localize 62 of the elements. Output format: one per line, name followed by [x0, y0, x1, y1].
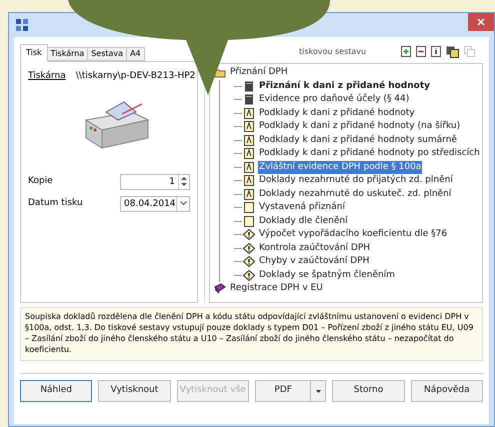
- pdf-split-button[interactable]: PDF: [254, 380, 326, 402]
- copies-label: Kopie: [28, 174, 53, 188]
- remove-page-icon[interactable]: [416, 46, 426, 57]
- tab[interactable]: Tiskárna: [48, 47, 88, 61]
- tree-item[interactable]: Doklady nezahrnuté do uskuteč. zd. plnění: [258, 188, 452, 201]
- report-page-icon: [243, 148, 255, 160]
- report-page-icon: [243, 175, 255, 186]
- printer-label: Tiskárna: [28, 70, 66, 83]
- dialog-button[interactable]: Vytisknout: [98, 380, 171, 402]
- report-page-icon: [243, 134, 255, 146]
- print-date-label: Datum tisku: [28, 196, 83, 210]
- report-description: Soupiska dokladů rozdělena dle členění DPH a kódu státu odpovídající zvláštnímu ustanovení o evidenci DPH v §100a, odst. 1,3. Do tiskové sestavy vstupují pouze doklady s typem D01 – Pořízení zboží z jiného státu EU, U09 – Zasílání zboží do jiného členského státu a U10 – Zasílání zboží do jiného členského státu – nezapočítat do koeficientu.: [20, 307, 483, 361]
- tab[interactable]: Tisk: [20, 44, 48, 62]
- tab[interactable]: A4: [127, 47, 145, 61]
- folder-icon: [214, 67, 226, 78]
- report-page-icon: [243, 108, 255, 119]
- report-page-icon: [243, 162, 255, 173]
- tree-item[interactable]: Podklady k dani z přidané hodnoty: [258, 106, 416, 120]
- tree-item[interactable]: Podklady k dani z přidané hodnoty po střediscích: [258, 147, 481, 160]
- form-icon: [243, 94, 255, 106]
- date-picker[interactable]: 08.04.2014: [120, 196, 190, 212]
- tree-item[interactable]: Doklady dle členění: [258, 214, 349, 228]
- copies-spinner[interactable]: 1: [120, 174, 190, 190]
- tree-item[interactable]: Výpočet vypořádacího koeficientu dle §76: [258, 228, 448, 242]
- tree-item[interactable]: Přiznání DPH: [229, 66, 289, 80]
- dropdown-arrow-icon[interactable]: [316, 390, 321, 392]
- dialog-button[interactable]: Nápověda: [410, 380, 483, 402]
- pages-icon[interactable]: [446, 46, 459, 58]
- tree-item[interactable]: Registrace DPH v EU: [229, 282, 324, 296]
- warning-diamond-icon: [243, 242, 255, 254]
- report-hint: tiskovou sestavu: [298, 46, 366, 58]
- tab[interactable]: Sestava: [88, 47, 128, 61]
- form-icon: [243, 80, 255, 92]
- add-page-icon[interactable]: [401, 46, 411, 57]
- tree-item[interactable]: Kontrola zaúčtování DPH: [258, 242, 372, 255]
- book-icon: [214, 283, 226, 294]
- close-icon: [477, 18, 485, 26]
- tree-item[interactable]: Doklady se špatným členěním: [258, 268, 396, 282]
- spin-arrows-icon: [181, 176, 187, 187]
- tree-item[interactable]: Podklady k dani z přidané hodnoty sumárně: [258, 134, 458, 147]
- tree-item[interactable]: Přiznání k dani z přidané hodnoty: [258, 80, 432, 93]
- tree-item[interactable]: Evidence pro daňové účely (§ 44): [258, 93, 410, 106]
- warning-diamond-icon: [243, 229, 255, 240]
- pdf-button[interactable]: PDF: [256, 381, 310, 401]
- page-icon: [243, 216, 255, 227]
- chevron-down-icon: [180, 201, 186, 206]
- app-icon: [15, 18, 29, 32]
- report-page-icon: [243, 188, 255, 200]
- warning-diamond-icon: [243, 270, 255, 281]
- tree-item[interactable]: Vystavená přiznání: [258, 201, 346, 214]
- dialog-button[interactable]: Náhled: [20, 380, 92, 402]
- report-page-icon: [243, 121, 255, 132]
- dialog-button[interactable]: Storno: [332, 380, 405, 402]
- tree-item[interactable]: Doklady nezahrnuté do přijatých zd. plnění: [258, 174, 454, 188]
- page-icon: [243, 202, 255, 214]
- close-button[interactable]: [468, 13, 494, 31]
- tree-item[interactable]: Podklady k dani z přidané hodnoty (na šířku): [258, 120, 462, 134]
- printer-path: \\tiskarny\p-DEV-B213-HP2: [76, 70, 196, 83]
- info-page-icon[interactable]: [431, 46, 441, 57]
- tree-item[interactable]: Zvláštní evidence DPH podle § 100a: [258, 160, 422, 174]
- warning-diamond-icon: [243, 256, 255, 268]
- tree-item[interactable]: Chyby v zaúčtování DPH: [258, 255, 370, 268]
